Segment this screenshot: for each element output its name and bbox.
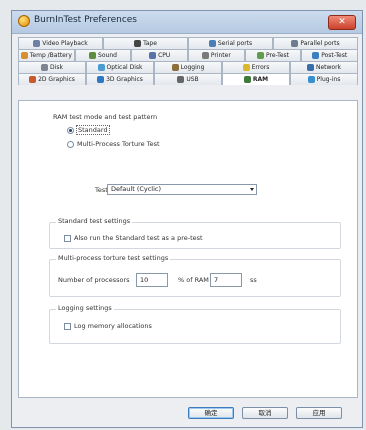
tab-sound[interactable]: Sound [74, 49, 132, 61]
app-icon [18, 15, 30, 27]
tab-parallel-ports[interactable]: Parallel ports [273, 37, 358, 49]
tab-label: Sound [98, 52, 117, 59]
tab-row-3: Disk Optical Disk Logging Errors Network [18, 61, 358, 73]
cpu-icon [149, 52, 157, 59]
tab-video-playback[interactable]: Video Playback [18, 37, 103, 49]
tab-label: Tape [143, 40, 157, 47]
cancel-button[interactable]: 取消 [242, 407, 288, 419]
disk-icon [41, 64, 49, 71]
prerun-label: Also run the Standard test as a pre-test [74, 234, 203, 242]
log-memory-checkbox[interactable] [64, 323, 71, 330]
tab-label: Network [315, 64, 342, 71]
tab-disk[interactable]: Disk [18, 61, 86, 73]
tab-label: Logging [180, 64, 205, 71]
usb-icon [177, 76, 185, 83]
mode-group-title: RAM test mode and test pattern [53, 113, 158, 121]
chevron-down-icon [250, 188, 254, 191]
tab-label: USB [186, 76, 199, 83]
apply-button[interactable]: 应用 [296, 407, 342, 419]
posttest-icon [312, 52, 320, 59]
multi-process-radio-label: Multi-Process Torture Test [77, 140, 160, 148]
tab-usb[interactable]: USB [154, 73, 222, 85]
tab-label: Plug-ins [316, 76, 341, 83]
standard-radio[interactable] [67, 127, 74, 134]
ram-icon [243, 76, 251, 83]
tab-3d-graphics[interactable]: 3D Graphics [86, 73, 154, 85]
preferences-window: BurnInTest Preferences ✕ Video Playback … [11, 10, 363, 428]
title-bar: BurnInTest Preferences ✕ [12, 11, 362, 34]
3d-graphics-icon [97, 76, 105, 83]
tab-serial-ports[interactable]: Serial ports [188, 37, 273, 49]
tab-row-4: 2D Graphics 3D Graphics USB RAM Plug-ins [18, 73, 358, 85]
printer-icon [201, 52, 209, 59]
test-pattern-select[interactable]: Default (Cyclic) [107, 184, 257, 195]
tab-label: Post-Test [321, 52, 348, 59]
tab-label: 2D Graphics [38, 76, 75, 83]
test-pattern-value: Default (Cyclic) [111, 185, 162, 193]
logging-icon [171, 64, 179, 71]
tab-label: Printer [210, 52, 231, 59]
ram-settings-panel: RAM test mode and test pattern Standard … [18, 100, 358, 398]
parallel-port-icon [291, 40, 299, 47]
tab-row-2: Temp /Battery Sound CPU Printer Pre-Test… [18, 49, 359, 61]
tab-label: Optical Disk [106, 64, 143, 71]
sound-icon [89, 52, 97, 59]
tab-label: 3D Graphics [106, 76, 143, 83]
test-label: Test [95, 186, 108, 194]
tab-label: RAM [252, 76, 269, 83]
2d-graphics-icon [29, 76, 37, 83]
tab-2d-graphics[interactable]: 2D Graphics [18, 73, 86, 85]
tab-label: Pre-Test [266, 52, 289, 59]
log-memory-label: Log memory allocations [74, 322, 152, 330]
pct-ram-label: % of RAM [178, 276, 209, 284]
errors-icon [242, 64, 250, 71]
pct-ram-input[interactable]: 7 [210, 273, 242, 287]
ok-button[interactable]: 确定 [188, 407, 234, 419]
prerun-checkbox[interactable] [64, 235, 71, 242]
tab-network[interactable]: Network [290, 61, 358, 73]
tab-label: CPU [158, 52, 171, 59]
standard-radio-label: Standard [76, 125, 110, 135]
tab-ram[interactable]: RAM [222, 73, 290, 85]
num-processors-label: Number of processors [58, 276, 130, 284]
tape-icon [134, 40, 142, 47]
tab-label: Video Playback [42, 40, 88, 47]
video-icon [33, 40, 41, 47]
optical-disk-icon [97, 64, 105, 71]
pretest-icon [257, 52, 265, 59]
standard-group-title: Standard test settings [56, 217, 133, 225]
tab-cpu[interactable]: CPU [131, 49, 189, 61]
tab-label: Parallel ports [300, 40, 340, 47]
preference-tabs: Video Playback Tape Serial ports Paralle… [18, 37, 359, 85]
window-title: BurnInTest Preferences [34, 15, 137, 25]
tab-label: Disk [50, 64, 63, 71]
tab-label: Temp /Battery [29, 52, 72, 59]
serial-port-icon [208, 40, 216, 47]
tab-row-1: Video Playback Tape Serial ports Paralle… [18, 37, 358, 49]
pct-ram-unit: ss [250, 276, 257, 284]
tab-optical-disk[interactable]: Optical Disk [86, 61, 154, 73]
multi-group-title: Multi-process torture test settings [56, 254, 171, 262]
tab-pre-test[interactable]: Pre-Test [244, 49, 302, 61]
multi-process-radio[interactable] [67, 141, 74, 148]
tab-post-test[interactable]: Post-Test [301, 49, 359, 61]
multi-process-settings-group: Multi-process torture test settings Numb… [49, 254, 341, 297]
tab-label: Serial ports [217, 40, 253, 47]
network-icon [306, 64, 314, 71]
tab-logging[interactable]: Logging [154, 61, 222, 73]
logging-group-title: Logging settings [56, 304, 114, 312]
plugins-icon [307, 76, 315, 83]
logging-settings-group: Logging settings Log memory allocations [49, 304, 341, 344]
standard-settings-group: Standard test settings Also run the Stan… [49, 217, 341, 249]
close-button[interactable]: ✕ [328, 15, 356, 30]
tab-label: Errors [251, 64, 270, 71]
num-processors-input[interactable]: 10 [136, 273, 168, 287]
tab-plugins[interactable]: Plug-ins [290, 73, 358, 85]
tab-tape[interactable]: Tape [103, 37, 188, 49]
tab-printer[interactable]: Printer [188, 49, 245, 61]
tab-errors[interactable]: Errors [222, 61, 290, 73]
battery-icon [20, 52, 28, 59]
tab-temp-battery[interactable]: Temp /Battery [18, 49, 75, 61]
